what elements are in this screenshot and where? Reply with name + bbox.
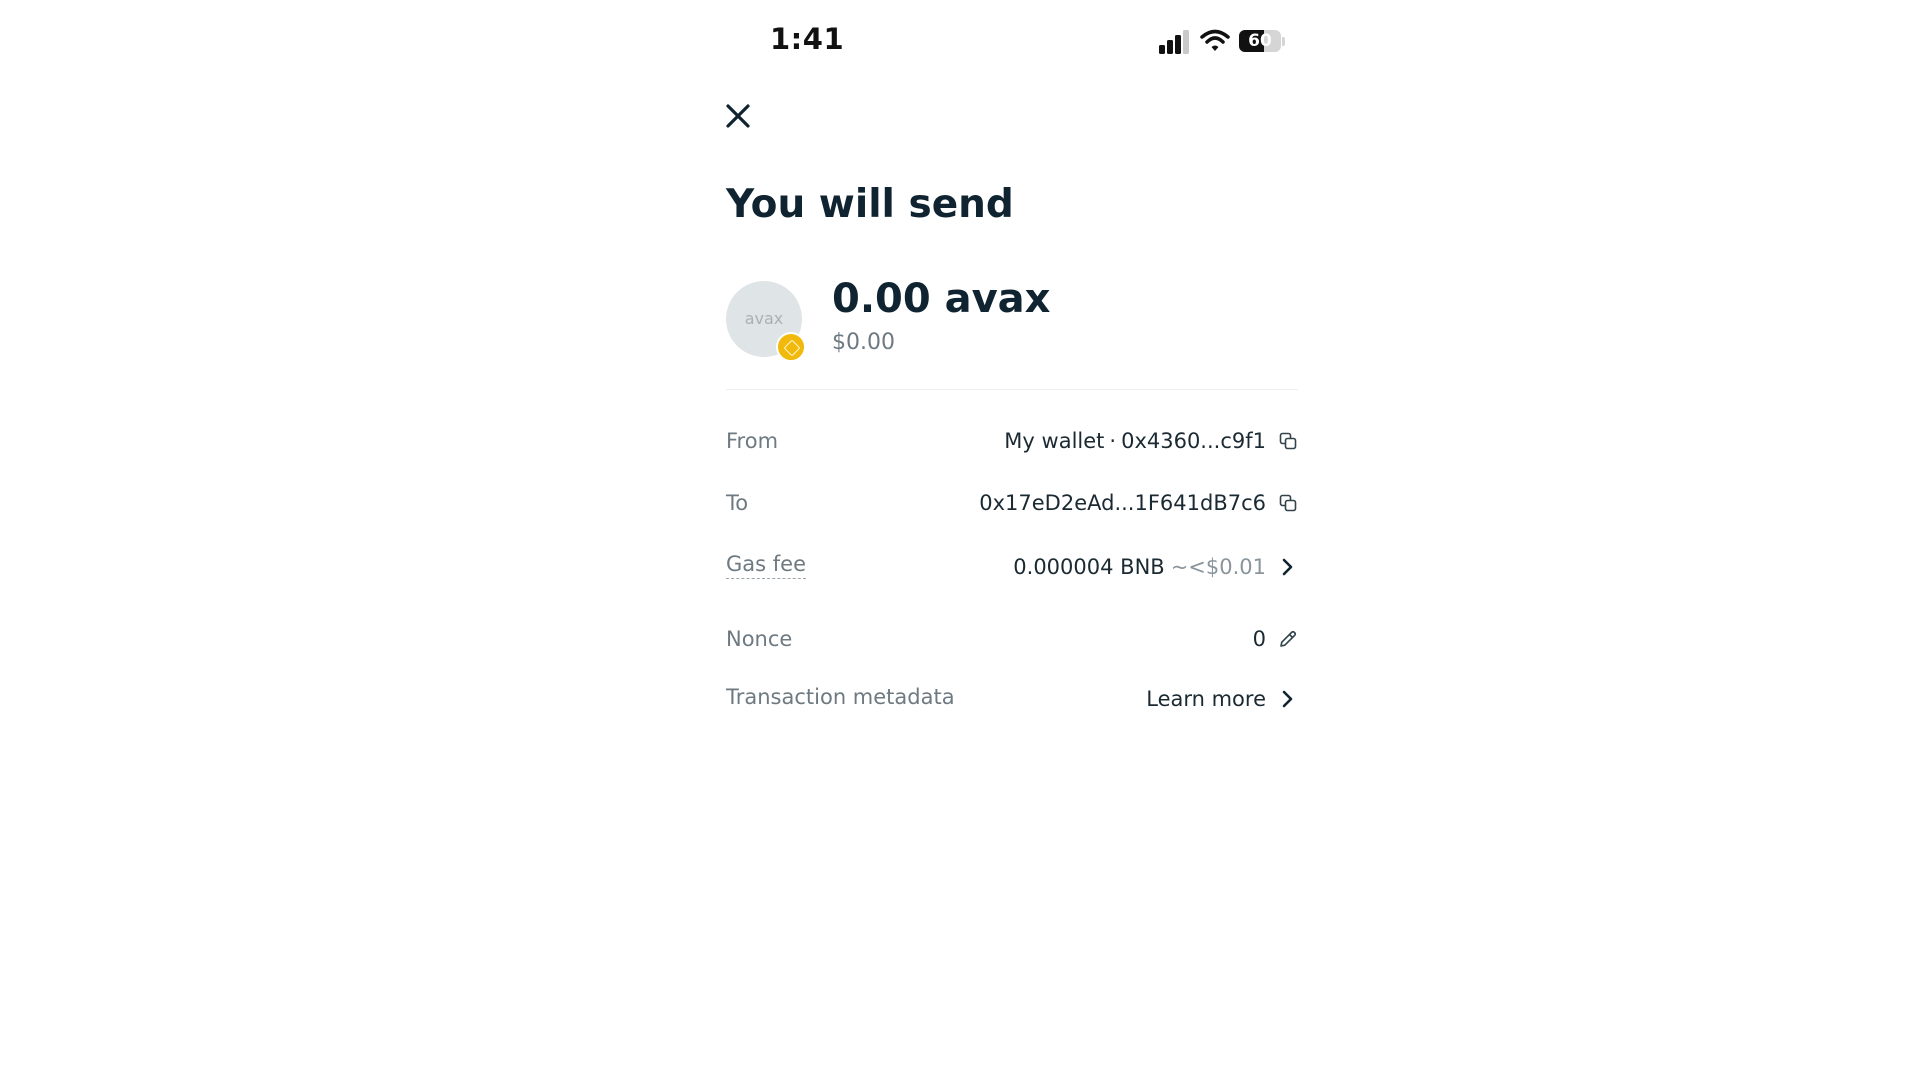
- send-amount: 0.00 avax: [832, 276, 1051, 322]
- from-value: My wallet · 0x4360...c9f1: [1004, 424, 1298, 458]
- from-wallet-name: My wallet: [1004, 429, 1105, 453]
- chevron-right-icon[interactable]: [1276, 688, 1298, 710]
- gas-fee-row[interactable]: Gas fee 0.000004 BNB ~<$0.01: [726, 550, 1298, 584]
- network-badge-icon: [776, 332, 806, 362]
- nonce-value-group[interactable]: 0: [1253, 622, 1298, 656]
- wifi-icon: [1200, 29, 1230, 51]
- from-row: From My wallet · 0x4360...c9f1: [726, 424, 1298, 458]
- gas-fee-fiat: ~<$0.01: [1170, 555, 1266, 579]
- learn-more-text[interactable]: Learn more: [1146, 687, 1266, 711]
- divider: [726, 389, 1298, 390]
- nonce-row: Nonce 0: [726, 622, 1298, 656]
- separator-dot: ·: [1109, 429, 1117, 453]
- send-fiat-value: $0.00: [832, 330, 895, 355]
- cellular-signal-icon: [1159, 29, 1191, 54]
- gas-fee-amount: 0.000004 BNB: [1013, 555, 1165, 579]
- to-row: To 0x17eD2eAd...1F641dB7c6: [726, 486, 1298, 520]
- to-address: 0x17eD2eAd...1F641dB7c6: [979, 491, 1266, 515]
- copy-icon[interactable]: [1278, 493, 1298, 513]
- status-time: 1:41: [770, 22, 845, 56]
- from-address: 0x4360...c9f1: [1121, 429, 1266, 453]
- learn-more-link[interactable]: Learn more: [1146, 682, 1298, 716]
- gas-fee-label[interactable]: Gas fee: [726, 550, 806, 579]
- battery-indicator: 60: [1239, 30, 1281, 52]
- copy-icon[interactable]: [1278, 431, 1298, 451]
- from-label: From: [726, 429, 779, 453]
- nonce-value: 0: [1252, 627, 1266, 651]
- to-label: To: [726, 491, 749, 515]
- nonce-label: Nonce: [726, 627, 793, 651]
- battery-level: 60: [1248, 31, 1272, 51]
- metadata-row: Transaction metadata Learn more: [726, 680, 1298, 714]
- page-title: You will send: [726, 182, 1014, 227]
- edit-icon[interactable]: [1278, 629, 1298, 649]
- to-value: 0x17eD2eAd...1F641dB7c6: [979, 486, 1298, 520]
- close-button[interactable]: [724, 102, 752, 130]
- chevron-right-icon[interactable]: [1276, 556, 1298, 578]
- battery-cap: [1282, 37, 1285, 46]
- metadata-label: Transaction metadata: [726, 685, 955, 709]
- gas-fee-value[interactable]: 0.000004 BNB ~<$0.01: [1013, 550, 1298, 584]
